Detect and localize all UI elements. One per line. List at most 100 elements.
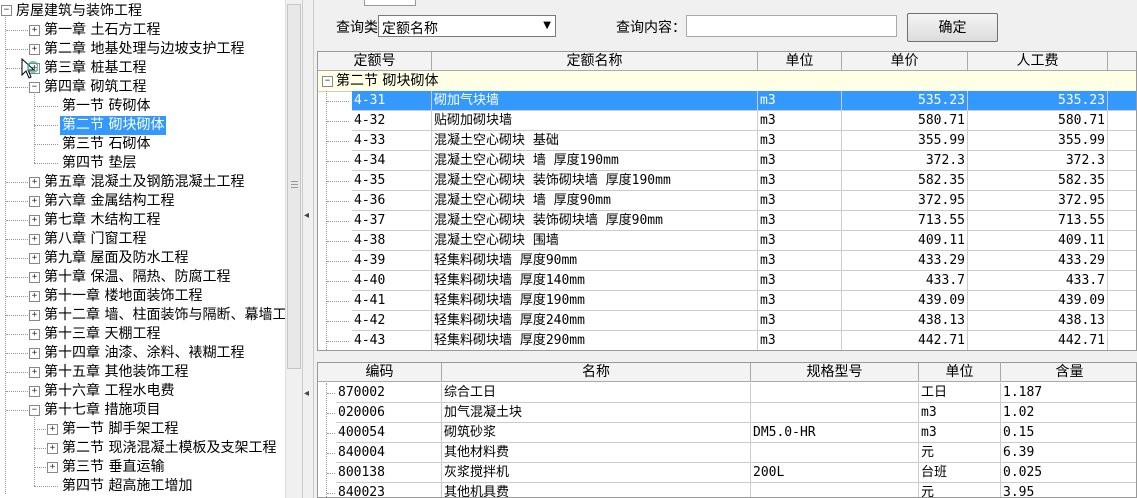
resource-cell-code[interactable]: 400054 [336, 423, 442, 443]
quota-row[interactable]: 4-35 混凝土空心砌块 装饰砌块墙 厚度190mm m3 582.35 582.35 [318, 171, 1136, 191]
confirm-button[interactable]: 确定 [907, 13, 998, 42]
group-collapse-toggle[interactable]: − [322, 76, 333, 87]
resource-cell-qty[interactable]: 6.39 [1001, 443, 1136, 463]
quota-cell-blank[interactable] [1108, 331, 1136, 350]
panel-splitter[interactable]: ◂ ◂ [302, 0, 314, 498]
quota-cell-code[interactable]: 4-43 [352, 331, 432, 350]
quota-cell-name[interactable]: 轻集料砌块墙 厚度140mm [432, 271, 758, 291]
resource-cell-code[interactable]: 870002 [336, 383, 442, 403]
tree-toggle-expand[interactable]: + [29, 291, 40, 302]
quota-cell-labor[interactable]: 372.3 [968, 151, 1108, 171]
col-header-unit[interactable]: 单位 [758, 52, 842, 71]
resource-row[interactable]: 870002 综合工日 工日 1.187 [318, 383, 1136, 403]
quota-cell-name[interactable]: 混凝土空心砌块 基础 [432, 131, 758, 151]
quota-cell-blank[interactable] [1108, 271, 1136, 291]
quota-cell-code[interactable]: 4-31 [352, 91, 432, 111]
quota-cell-labor[interactable]: 355.99 [968, 131, 1108, 151]
quota-cell-labor[interactable]: 433.29 [968, 251, 1108, 271]
resource-cell-spec[interactable] [751, 383, 919, 403]
tree-toggle-expand[interactable]: + [29, 253, 40, 264]
quota-cell-blank[interactable] [1108, 191, 1136, 211]
quota-cell-blank[interactable] [1108, 251, 1136, 271]
quota-cell-blank[interactable] [1108, 231, 1136, 251]
quota-cell-price[interactable]: 372.95 [842, 191, 968, 211]
quota-cell-code[interactable]: 4-38 [352, 231, 432, 251]
quota-cell-unit[interactable]: m3 [758, 231, 842, 251]
resource-cell-unit[interactable]: 台班 [919, 463, 1001, 483]
quota-cell-unit[interactable]: m3 [758, 151, 842, 171]
quota-row[interactable]: 4-36 混凝土空心砌块 墙 厚度90mm m3 372.95 372.95 [318, 191, 1136, 211]
resource-cell-unit[interactable]: m3 [919, 403, 1001, 423]
quota-cell-unit[interactable]: m3 [758, 211, 842, 231]
col-header-name[interactable]: 定额名称 [432, 52, 758, 71]
quota-cell-labor[interactable]: 582.35 [968, 171, 1108, 191]
resource-cell-code[interactable]: 840023 [336, 483, 442, 497]
resource-cell-qty[interactable]: 0.025 [1001, 463, 1136, 483]
tree-toggle-expand[interactable]: + [47, 424, 58, 435]
tree-scrollbar-thumb[interactable] [287, 4, 301, 369]
tree-toggle-expand[interactable]: + [29, 215, 40, 226]
quota-cell-labor[interactable]: 409.11 [968, 231, 1108, 251]
quota-cell-name[interactable]: 轻集料砌块墙 厚度190mm [432, 291, 758, 311]
resource-cell-code[interactable]: 800138 [336, 463, 442, 483]
quota-cell-unit[interactable]: m3 [758, 331, 842, 350]
tree-toggle-expand[interactable]: + [47, 443, 58, 454]
col-header-res-spec[interactable]: 规格型号 [751, 363, 919, 382]
resource-table[interactable]: 编码 名称 规格型号 单位 含量 870002 综合工日 工日 1.187 020006… [317, 362, 1137, 498]
col-header-code[interactable]: 定额号 [318, 52, 432, 71]
quota-cell-unit[interactable]: m3 [758, 271, 842, 291]
quota-cell-unit[interactable]: m3 [758, 111, 842, 131]
quota-row[interactable]: 4-42 轻集料砌块墙 厚度240mm m3 438.13 438.13 [318, 311, 1136, 331]
resource-cell-name[interactable]: 综合工日 [442, 383, 751, 403]
quota-cell-name[interactable]: 混凝土空心砌块 墙 厚度90mm [432, 191, 758, 211]
resource-cell-unit[interactable]: 工日 [919, 383, 1001, 403]
quota-cell-price[interactable]: 409.11 [842, 231, 968, 251]
quota-cell-code[interactable]: 4-42 [352, 311, 432, 331]
quota-cell-unit[interactable]: m3 [758, 131, 842, 151]
quota-cell-unit[interactable]: m3 [758, 251, 842, 271]
quota-cell-blank[interactable] [1108, 211, 1136, 231]
col-header-res-unit[interactable]: 单位 [919, 363, 1001, 382]
tree-toggle-expand[interactable]: + [29, 44, 40, 55]
quota-cell-price[interactable]: 433.29 [842, 251, 968, 271]
quota-cell-code[interactable]: 4-41 [352, 291, 432, 311]
quota-row[interactable]: 4-41 轻集料砌块墙 厚度190mm m3 439.09 439.09 [318, 291, 1136, 311]
resource-cell-unit[interactable]: 元 [919, 483, 1001, 497]
quota-cell-labor[interactable]: 438.13 [968, 311, 1108, 331]
resource-cell-name[interactable]: 砌筑砂浆 [442, 423, 751, 443]
quota-table[interactable]: 定额号 定额名称 单位 单价 人工费 − 第二节 砌块砌体 4-31 砌加气块墙 m… [317, 51, 1137, 351]
resource-cell-spec[interactable]: DM5.0-HR [751, 423, 919, 443]
quota-cell-labor[interactable]: 713.55 [968, 211, 1108, 231]
group-row[interactable]: − 第二节 砌块砌体 [318, 71, 1136, 92]
quota-cell-name[interactable]: 轻集料砌块墙 厚度240mm [432, 311, 758, 331]
quota-cell-price[interactable]: 442.71 [842, 331, 968, 350]
quota-cell-code[interactable]: 4-40 [352, 271, 432, 291]
quota-row[interactable]: 4-37 混凝土空心砌块 装饰砌块墙 厚度90mm m3 713.55 713.55 [318, 211, 1136, 231]
resource-cell-qty[interactable]: 1.02 [1001, 403, 1136, 423]
resource-cell-name[interactable]: 其他材料费 [442, 443, 751, 463]
quota-cell-price[interactable]: 580.71 [842, 111, 968, 131]
collapse-left-arrow-icon-lower[interactable]: ◂ [304, 388, 309, 399]
resource-cell-qty[interactable]: 0.15 [1001, 423, 1136, 443]
resource-row[interactable]: 800138 灰浆搅拌机 200L 台班 0.025 [318, 463, 1136, 483]
quota-cell-labor[interactable]: 580.71 [968, 111, 1108, 131]
root-collapse-toggle[interactable]: − [1, 5, 12, 16]
quota-cell-code[interactable]: 4-39 [352, 251, 432, 271]
resource-cell-name[interactable]: 加气混凝土块 [442, 403, 751, 423]
quota-cell-price[interactable]: 355.99 [842, 131, 968, 151]
col-header-res-qty[interactable]: 含量 [1001, 363, 1136, 382]
quota-cell-code[interactable]: 4-35 [352, 171, 432, 191]
quota-cell-blank[interactable] [1108, 311, 1136, 331]
resource-cell-spec[interactable]: 200L [751, 463, 919, 483]
resource-cell-name[interactable]: 灰浆搅拌机 [442, 463, 751, 483]
quota-cell-unit[interactable]: m3 [758, 171, 842, 191]
quota-row[interactable]: 4-40 轻集料砌块墙 厚度140mm m3 433.7 433.7 [318, 271, 1136, 291]
quota-cell-name[interactable]: 轻集料砌块墙 厚度90mm [432, 251, 758, 271]
resource-cell-qty[interactable]: 3.95 [1001, 483, 1136, 497]
tree-toggle-expand[interactable]: + [29, 367, 40, 378]
tree-toggle-expand[interactable]: + [29, 386, 40, 397]
quota-cell-price[interactable]: 439.09 [842, 291, 968, 311]
resource-cell-spec[interactable] [751, 483, 919, 497]
quota-cell-unit[interactable]: m3 [758, 91, 842, 111]
quota-cell-price[interactable]: 438.13 [842, 311, 968, 331]
